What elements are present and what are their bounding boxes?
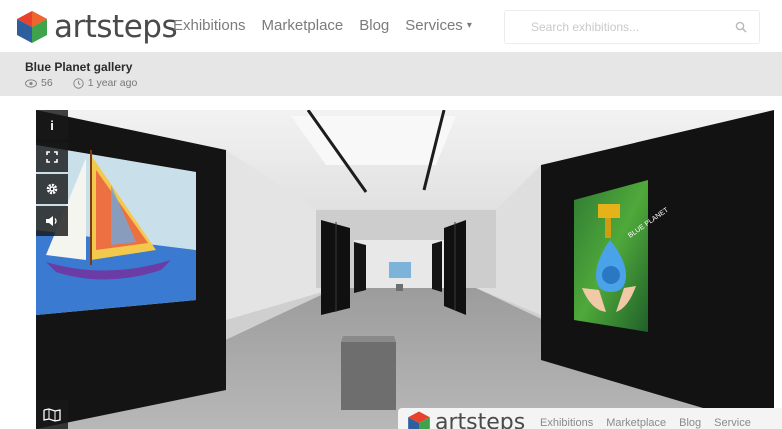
exhibition-3d-viewer[interactable]: BLUE PLANET i (36, 110, 774, 429)
map-button[interactable] (36, 400, 68, 429)
nav-services[interactable]: Services ▾ (405, 17, 472, 34)
back-bench (396, 284, 403, 291)
corridor-left-panel (354, 242, 366, 293)
fullscreen-button[interactable] (36, 142, 68, 172)
map-icon (43, 407, 61, 422)
viewer-controls: i (36, 110, 68, 238)
clock-icon (72, 77, 84, 89)
gear-icon (46, 183, 58, 195)
nav-services-label: Services (405, 17, 463, 34)
overlay-brand-name: artsteps (435, 410, 526, 429)
search-input[interactable] (505, 11, 705, 43)
overlay-nav-marketplace: Marketplace (606, 417, 667, 429)
gallery-title: Blue Planet gallery (25, 60, 133, 74)
bench (341, 342, 396, 410)
logo-cube-icon (17, 11, 47, 43)
gallery-header: Blue Planet gallery 56 1 year ago (0, 52, 782, 96)
settings-button[interactable] (36, 174, 68, 204)
overlay-nav-services: Service (714, 417, 751, 429)
back-painting (389, 262, 411, 278)
corridor-right-panel (432, 241, 442, 292)
top-navbar: artsteps Exhibitions Marketplace Blog Se… (0, 0, 782, 52)
chevron-down-icon: ▾ (466, 20, 472, 31)
main-nav: Exhibitions Marketplace Blog Services ▾ (173, 17, 472, 34)
view-count: 56 (41, 77, 53, 89)
overlay-preview: artsteps Exhibitions Marketplace Blog Se… (398, 408, 782, 429)
overlay-nav-blog: Blog (679, 417, 702, 429)
gallery-scene: BLUE PLANET (36, 110, 774, 429)
speaker-icon (46, 216, 57, 226)
overlay-nav-exhibitions: Exhibitions (540, 417, 594, 429)
sound-button[interactable] (36, 206, 68, 236)
eye-icon (25, 78, 37, 88)
overlay-logo: artsteps (406, 410, 525, 429)
search-box (504, 10, 760, 44)
overlay-logo-cube-icon (408, 411, 430, 429)
overlay-nav: Exhibitions Marketplace Blog Service (540, 417, 751, 429)
info-button[interactable]: i (36, 110, 68, 140)
nav-blog[interactable]: Blog (359, 17, 389, 34)
gallery-meta: 56 1 year ago (25, 77, 137, 89)
brand-name: artsteps (54, 8, 178, 45)
artsteps-logo[interactable]: artsteps (14, 8, 178, 46)
info-icon: i (50, 117, 54, 133)
fullscreen-icon (46, 151, 58, 163)
gallery-age: 1 year ago (87, 77, 138, 89)
nav-marketplace[interactable]: Marketplace (262, 17, 344, 34)
nav-exhibitions[interactable]: Exhibitions (173, 17, 246, 34)
search-icon[interactable] (735, 21, 747, 33)
